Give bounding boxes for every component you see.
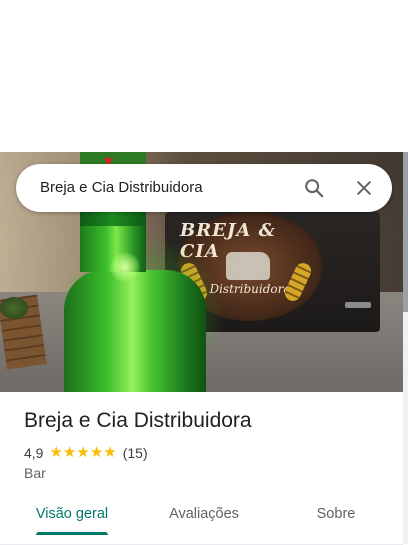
tab-bar: Visão geral Avaliações Sobre — [0, 494, 403, 545]
star-icon: ★ — [76, 444, 90, 461]
tab-overview[interactable]: Visão geral — [24, 494, 120, 534]
star-icon: ★ — [89, 444, 104, 461]
search-input[interactable]: Breja e Cia Distribuidora — [40, 164, 203, 212]
search-icon — [305, 179, 324, 198]
photo-plant — [0, 297, 28, 319]
bottle-shine — [110, 252, 140, 282]
search-bar[interactable]: Breja e Cia Distribuidora — [16, 164, 392, 212]
rating-row[interactable]: 4,9 ★ ★ ★ ★ ★ (15) — [24, 444, 148, 462]
active-tab-indicator — [36, 532, 108, 535]
scrollbar-thumb[interactable] — [403, 152, 408, 312]
star-icon: ★ — [49, 444, 63, 461]
tab-about[interactable]: Sobre — [296, 494, 376, 534]
review-count[interactable]: (15) — [123, 445, 148, 461]
freezer-handle — [345, 302, 371, 308]
rating-stars: ★ ★ ★ ★ ★ — [49, 445, 116, 461]
truck-graphic — [226, 252, 270, 280]
close-icon — [357, 181, 371, 195]
rating-value: 4,9 — [24, 445, 44, 461]
star-icon: ★ — [62, 444, 77, 461]
tab-reviews[interactable]: Avaliações — [156, 494, 252, 534]
place-title: Breja e Cia Distribuidora — [24, 409, 252, 432]
place-category[interactable]: Bar — [24, 465, 46, 481]
bottle-body — [64, 270, 206, 392]
star-icon: ★ — [103, 444, 117, 461]
close-button[interactable] — [348, 172, 380, 204]
search-button[interactable] — [298, 172, 330, 204]
